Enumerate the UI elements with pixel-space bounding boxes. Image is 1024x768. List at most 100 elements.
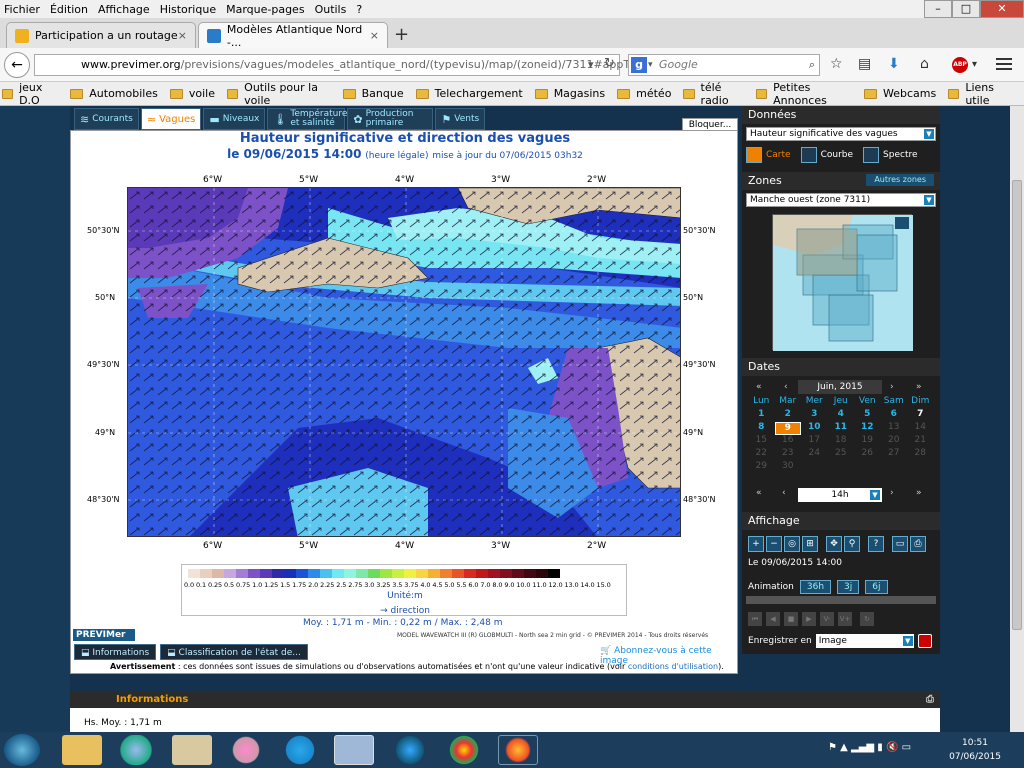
tab-participation[interactable]: Participation a un routage × xyxy=(6,22,196,48)
hour-select[interactable]: 14h ▼ xyxy=(798,488,882,502)
carte-button[interactable]: Carte xyxy=(746,146,795,164)
search-icon[interactable]: ⌕ xyxy=(809,55,815,75)
calendar-day[interactable]: 8 xyxy=(748,422,775,435)
skip-back-icon[interactable]: ⏮ xyxy=(748,612,762,626)
scroll-thumb[interactable] xyxy=(1012,180,1022,630)
clock[interactable]: 10:51 07/06/2015 xyxy=(940,736,1010,764)
anim-36h-button[interactable]: 36h xyxy=(799,580,832,594)
anim-3j-button[interactable]: 3j xyxy=(837,580,860,594)
menu-icon[interactable] xyxy=(996,58,1012,70)
bookmark-magasins[interactable]: Magasins xyxy=(534,87,605,100)
bookmark-petites-annonces[interactable]: Petites Annonces xyxy=(755,81,852,107)
tab-niveaux[interactable]: ▬ Niveaux xyxy=(203,108,266,130)
zone-select[interactable]: Manche ouest (zone 7311) ▼ xyxy=(746,193,936,207)
bookmark-tele-radio[interactable]: télé radio xyxy=(683,81,744,107)
calendar-day[interactable]: 1 xyxy=(748,409,775,422)
chevron-up-icon[interactable]: ▲ xyxy=(840,742,851,753)
new-tab-icon[interactable]: + xyxy=(394,24,409,45)
menu-edition[interactable]: Édition xyxy=(50,3,88,16)
stop-icon[interactable]: ■ xyxy=(784,612,798,626)
battery-icon[interactable]: ▮ xyxy=(877,742,886,753)
measure-icon[interactable]: ⚲ xyxy=(844,536,860,552)
calendar-day-selected[interactable]: 9 xyxy=(774,422,801,435)
next-hour-button[interactable]: › xyxy=(890,488,894,498)
chevron-down-icon[interactable]: ▾ xyxy=(972,59,977,70)
bookmark-outils-voile[interactable]: Outils pour la voile xyxy=(226,81,331,107)
tab-temperature[interactable]: 🌡 Température et salinité xyxy=(267,108,347,130)
windows-start-icon[interactable] xyxy=(4,734,40,766)
next-month-button[interactable]: › xyxy=(890,382,894,392)
close-tab-icon[interactable]: × xyxy=(370,29,379,42)
fullscreen-icon[interactable]: ▭ xyxy=(892,536,908,552)
minimize-icon[interactable]: – xyxy=(924,0,952,18)
maximize-icon[interactable]: □ xyxy=(952,0,980,18)
tab-production[interactable]: ✿ Production primaire xyxy=(347,108,434,130)
calendar-day[interactable]: 6 xyxy=(881,409,908,422)
bookmark-meteo[interactable]: météo xyxy=(617,87,671,100)
bookmark-automobiles[interactable]: Automobiles xyxy=(70,87,158,100)
zoom-reset-icon[interactable]: ◎ xyxy=(784,536,800,552)
bookmark-telechargement[interactable]: Telechargement xyxy=(415,87,523,100)
info-bar[interactable]: Informations ⎙ xyxy=(70,692,940,708)
calendar-day[interactable]: 12 xyxy=(854,422,881,435)
prev-hour-button[interactable]: ‹ xyxy=(782,488,786,498)
next-day-button[interactable]: » xyxy=(916,488,922,498)
reload-icon[interactable]: ↻ xyxy=(604,56,615,71)
bookmark-jeux[interactable]: jeux D.O xyxy=(2,81,58,107)
calendar-day[interactable]: 11 xyxy=(828,422,855,435)
next-year-button[interactable]: » xyxy=(916,382,922,392)
close-window-icon[interactable]: ✕ xyxy=(980,0,1024,18)
tab-vagues[interactable]: ≈ Vagues xyxy=(140,108,202,130)
menu-outils[interactable]: Outils xyxy=(315,3,347,16)
thunderbird-icon[interactable] xyxy=(390,735,430,765)
star-icon[interactable]: ☆ xyxy=(830,56,843,72)
tab-modeles[interactable]: Modèles Atlantique Nord -... × xyxy=(198,22,388,49)
bookmark-liens-utile[interactable]: Liens utile xyxy=(948,81,1012,107)
zoom-out-icon[interactable]: − xyxy=(766,536,782,552)
calendar-day[interactable]: 5 xyxy=(854,409,881,422)
notepad-icon[interactable] xyxy=(172,735,212,765)
back-icon[interactable]: ← xyxy=(4,52,30,78)
close-tab-icon[interactable]: × xyxy=(178,29,187,42)
save-format-select[interactable]: Image ▼ xyxy=(815,634,914,648)
calendar-day[interactable]: 10 xyxy=(801,422,828,435)
wave-map[interactable] xyxy=(127,187,681,537)
tab-informations[interactable]: ⬓ Informations xyxy=(74,644,157,660)
tab-classification[interactable]: ⬓ Classification de l'état de... xyxy=(160,644,308,660)
prev-month-button[interactable]: ‹ xyxy=(784,382,788,392)
url-bar[interactable]: www.previmer.org/previsions/vagues/model… xyxy=(34,54,642,76)
adblock-icon[interactable]: ABP xyxy=(952,57,968,73)
chevron-down-icon[interactable]: ▾ xyxy=(588,58,594,71)
anim-6j-button[interactable]: 6j xyxy=(865,580,888,594)
menu-fichier[interactable]: Fichier xyxy=(4,3,40,16)
bookmark-banque[interactable]: Banque xyxy=(342,87,404,100)
explorer-icon[interactable] xyxy=(62,735,102,765)
print-icon[interactable]: ⎙ xyxy=(926,692,934,708)
spectre-button[interactable]: Spectre xyxy=(863,146,921,164)
skype-icon[interactable] xyxy=(280,735,320,765)
animation-progress[interactable] xyxy=(746,596,936,604)
step-back-icon[interactable]: ◀ xyxy=(766,612,780,626)
page-scrollbar[interactable] xyxy=(1010,106,1024,732)
help-icon[interactable]: ? xyxy=(868,536,884,552)
loop-icon[interactable]: ↻ xyxy=(860,612,874,626)
zoom-in-icon[interactable]: + xyxy=(748,536,764,552)
paint-icon[interactable] xyxy=(226,735,266,765)
home-icon[interactable]: ⌂ xyxy=(920,56,929,72)
tab-vents[interactable]: ⚑ Vents xyxy=(435,108,486,130)
flag-icon[interactable]: ⚑ xyxy=(828,742,840,753)
search-input[interactable]: g ▾ Google ⌕ xyxy=(628,54,820,76)
play-icon[interactable]: ▶ xyxy=(802,612,816,626)
tab-courants[interactable]: ≋ Courants xyxy=(74,108,139,130)
mute-icon[interactable]: 🔇 xyxy=(886,742,902,753)
speed-up-icon[interactable]: V+ xyxy=(838,612,852,626)
network-app-icon[interactable] xyxy=(334,735,374,765)
record-button[interactable] xyxy=(917,634,932,648)
prev-year-button[interactable]: « xyxy=(756,382,762,392)
menu-help[interactable]: ? xyxy=(356,3,362,16)
g-icon[interactable]: g xyxy=(631,57,647,73)
speed-down-icon[interactable]: V- xyxy=(820,612,834,626)
menu-marque-pages[interactable]: Marque-pages xyxy=(226,3,304,16)
courbe-button[interactable]: Courbe xyxy=(800,146,857,164)
prev-day-button[interactable]: « xyxy=(756,488,762,498)
